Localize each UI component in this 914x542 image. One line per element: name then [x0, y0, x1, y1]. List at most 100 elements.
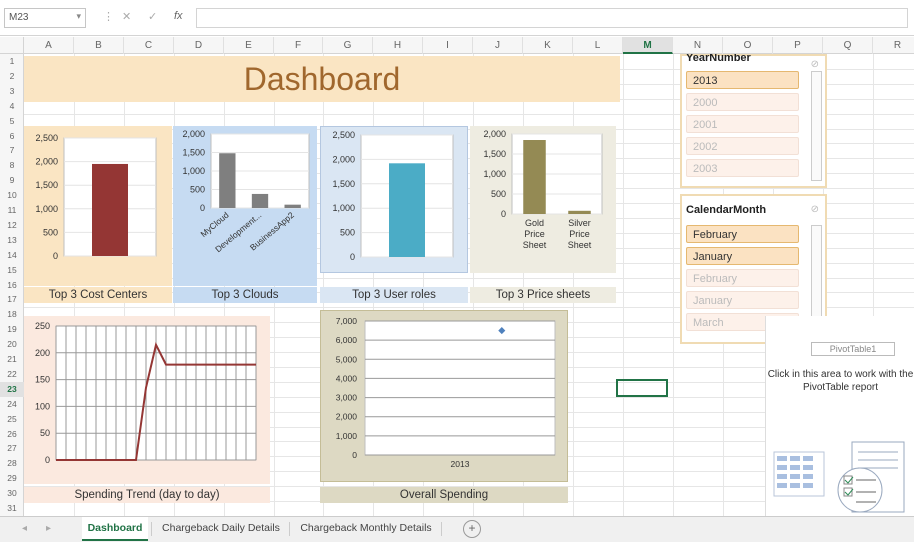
column-header-m[interactable]: M — [623, 37, 673, 54]
row-header-6[interactable]: 6 — [0, 129, 24, 144]
x-tick-label: Gold — [525, 218, 544, 228]
y-tick-label: 0 — [200, 203, 205, 213]
slicer-item-label: 2002 — [693, 141, 718, 153]
scroll-left-icon[interactable]: ◂ — [22, 523, 27, 534]
row-header-9[interactable]: 9 — [0, 173, 24, 188]
row-header-16[interactable]: 16 — [0, 278, 24, 293]
clear-filter-icon[interactable]: ⊘ — [811, 59, 819, 70]
add-sheet-button[interactable]: + — [463, 520, 481, 538]
row-header-25[interactable]: 25 — [0, 412, 24, 427]
row-header-17[interactable]: 17 — [0, 292, 24, 307]
row-header-15[interactable]: 15 — [0, 263, 24, 278]
row-header-12[interactable]: 12 — [0, 218, 24, 233]
row-header-23[interactable]: 23 — [0, 381, 24, 397]
y-tick-label: 500 — [190, 185, 205, 195]
slicer-item-february[interactable]: February — [686, 225, 799, 243]
scroll-right-icon[interactable]: ▸ — [46, 523, 51, 534]
row-header-10[interactable]: 10 — [0, 188, 24, 203]
row-header-28[interactable]: 28 — [0, 456, 24, 471]
column-header-n[interactable]: N — [673, 37, 723, 54]
row-header-1[interactable]: 1 — [0, 54, 24, 69]
column-header-r[interactable]: R — [873, 37, 914, 54]
row-header-27[interactable]: 27 — [0, 441, 24, 456]
column-header-q[interactable]: Q — [823, 37, 873, 54]
row-header-5[interactable]: 5 — [0, 114, 24, 129]
row-header-11[interactable]: 11 — [0, 203, 24, 218]
column-header-i[interactable]: I — [423, 37, 473, 54]
row-header-18[interactable]: 18 — [0, 307, 24, 322]
row-header-29[interactable]: 29 — [0, 471, 24, 486]
cost-centers-chart-svg: 0 500 1,000 1,500 2,000 2,500 — [35, 133, 157, 261]
row-header-3[interactable]: 3 — [0, 84, 24, 99]
cancel-icon[interactable]: ✕ — [122, 10, 131, 23]
chart-clouds[interactable]: 0 500 1,000 1,500 2,000 MyCloud Development...… — [173, 126, 317, 286]
fx-icon[interactable]: fx — [174, 10, 183, 22]
slicer-item-2003[interactable]: 2003 — [686, 159, 799, 177]
slicer-year[interactable]: YearNumber ⊘ 2013 2000 2001 2002 2003 — [680, 54, 827, 188]
slicer-item-2000[interactable]: 2000 — [686, 93, 799, 111]
y-tick-label: 1,500 — [182, 148, 205, 158]
slicer-year-scrollbar[interactable] — [811, 71, 822, 181]
row-header-14[interactable]: 14 — [0, 248, 24, 263]
row-header-22[interactable]: 22 — [0, 367, 24, 382]
row-header-2[interactable]: 2 — [0, 69, 24, 84]
column-header-e[interactable]: E — [224, 37, 274, 54]
chevron-down-icon[interactable]: ▾ — [76, 11, 81, 22]
column-header-c[interactable]: C — [124, 37, 174, 54]
confirm-icon[interactable]: ✓ — [148, 10, 157, 23]
row-header-19[interactable]: 19 — [0, 322, 24, 337]
chart-cost-centers[interactable]: 0 500 1,000 1,500 2,000 2,500 — [24, 126, 172, 286]
column-header-h[interactable]: H — [373, 37, 423, 54]
chart-overall-spending[interactable]: 0 1,000 2,000 3,000 4,000 5,000 6,000 7,000 2013 — [320, 310, 568, 482]
pivot-table-placeholder[interactable]: PivotTable1 Click in this area to work w… — [765, 316, 914, 516]
y-tick-label: 2,000 — [336, 412, 358, 422]
column-header-a[interactable]: A — [24, 37, 74, 54]
row-header-20[interactable]: 20 — [0, 337, 24, 352]
column-header-o[interactable]: O — [723, 37, 773, 54]
name-box[interactable]: M23 ▾ — [4, 8, 86, 28]
chart-price-sheets[interactable]: 0 500 1,000 1,500 2,000 Gold Price Sheet Silver P… — [470, 126, 616, 273]
row-header-30[interactable]: 30 — [0, 486, 24, 501]
column-header-f[interactable]: F — [274, 37, 323, 54]
label-overall-spending: Overall Spending — [320, 487, 568, 503]
slicer-item-february-2[interactable]: February — [686, 269, 799, 287]
row-header-26[interactable]: 26 — [0, 427, 24, 442]
row-header-21[interactable]: 21 — [0, 352, 24, 367]
tab-dashboard[interactable]: Dashboard — [82, 517, 148, 541]
column-header-d[interactable]: D — [174, 37, 224, 54]
selected-cell[interactable] — [616, 379, 668, 397]
column-header-l[interactable]: L — [573, 37, 623, 54]
column-header-g[interactable]: G — [323, 37, 373, 54]
select-all-corner[interactable] — [0, 37, 24, 54]
formula-input[interactable] — [196, 8, 908, 28]
chart-spending-trend[interactable]: 0 50 100 150 200 250 — [24, 316, 270, 484]
row-header-4[interactable]: 4 — [0, 99, 24, 114]
column-header-j[interactable]: J — [473, 37, 523, 54]
row-header-8[interactable]: 8 — [0, 158, 24, 173]
tab-chargeback-daily[interactable]: Chargeback Daily Details — [156, 517, 286, 541]
slicer-item-january[interactable]: January — [686, 247, 799, 265]
column-header-b[interactable]: B — [74, 37, 124, 54]
y-tick-label: 7,000 — [336, 316, 358, 326]
slicer-item-2001[interactable]: 2001 — [686, 115, 799, 133]
slicer-item-2013[interactable]: 2013 — [686, 71, 799, 89]
column-header-k[interactable]: K — [523, 37, 573, 54]
row-header-7[interactable]: 7 — [0, 143, 24, 158]
clear-filter-icon[interactable]: ⊘ — [811, 204, 819, 215]
column-header-p[interactable]: P — [773, 37, 823, 54]
sheet-tabs-bar: ◂ ▸ Dashboard Chargeback Daily Details C… — [0, 516, 914, 542]
plot-area — [364, 320, 556, 456]
y-tick-label: 2,500 — [332, 130, 355, 140]
row-header-13[interactable]: 13 — [0, 233, 24, 248]
worksheet-grid[interactable]: Dashboard 0 500 1,000 1,500 2,000 2,500 Top 3… — [24, 54, 914, 516]
slicer-item-2002[interactable]: 2002 — [686, 137, 799, 155]
x-tick-label: Sheet — [568, 240, 592, 250]
row-header-31[interactable]: 31 — [0, 501, 24, 516]
slicer-item-january-2[interactable]: January — [686, 291, 799, 309]
clouds-chart-svg: 05001,0001,5002,000MyCloudDevelopment...… — [182, 129, 310, 254]
row-header-24[interactable]: 24 — [0, 397, 24, 412]
chart-user-roles[interactable]: 0 500 1,000 1,500 2,000 2,500 — [320, 126, 468, 273]
tab-chargeback-monthly[interactable]: Chargeback Monthly Details — [294, 517, 438, 541]
slicer-item-label: January — [693, 251, 733, 263]
y-tick-label: 500 — [491, 189, 506, 199]
